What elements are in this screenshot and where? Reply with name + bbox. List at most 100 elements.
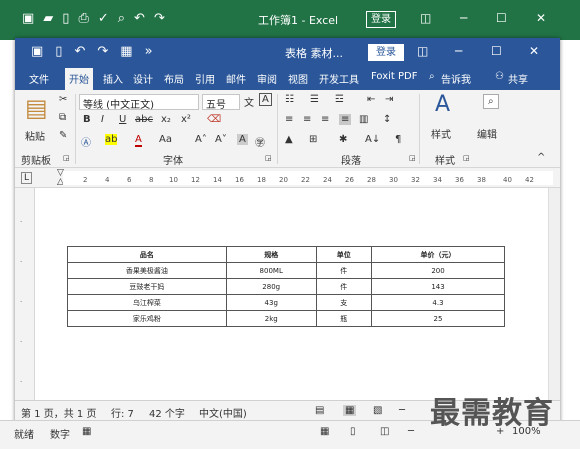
borders-icon[interactable]: ⊞ xyxy=(309,134,317,145)
minimize-icon[interactable]: ─ xyxy=(455,44,462,58)
bullets-icon[interactable]: ☷ xyxy=(285,94,294,105)
font-launcher-icon[interactable]: ◲ xyxy=(265,154,272,162)
more-commands-icon[interactable]: » xyxy=(145,44,153,59)
table-cell[interactable]: 瓶 xyxy=(315,310,373,327)
copy-icon[interactable]: ⧉ xyxy=(59,112,66,123)
new-doc-icon[interactable]: ▯ xyxy=(55,44,62,59)
header-unit-price[interactable]: 单价（元） xyxy=(371,246,505,263)
normal-view-icon[interactable]: ▦ xyxy=(320,426,329,437)
find-icon[interactable]: ⌕ xyxy=(483,94,499,109)
tell-me-search-icon[interactable]: ⌕ xyxy=(429,71,435,82)
web-layout-icon[interactable]: ▧ xyxy=(373,405,382,416)
editing-button[interactable]: 编辑 xyxy=(477,126,497,141)
phonetic-guide-icon[interactable]: 文 xyxy=(244,94,254,109)
numbering-icon[interactable]: ☰ xyxy=(310,94,319,105)
zoom-out-icon[interactable]: ─ xyxy=(408,426,414,437)
tab-references[interactable]: 引用 xyxy=(195,71,215,86)
table-cell[interactable]: 家乐鸡粉 xyxy=(67,310,227,327)
table-cell[interactable]: 25 xyxy=(371,310,505,327)
styles-button[interactable]: 样式 xyxy=(431,126,451,141)
table-cell[interactable]: 143 xyxy=(371,278,505,295)
table-cell[interactable]: 支 xyxy=(315,294,373,311)
table-cell[interactable]: 香果美极酱油 xyxy=(67,262,227,279)
header-unit[interactable]: 单位 xyxy=(315,246,373,263)
word-count[interactable]: 42 个字 xyxy=(149,405,185,420)
table-cell[interactable]: 件 xyxy=(315,278,373,295)
shading-icon[interactable]: ▲ xyxy=(285,134,293,145)
underline-icon[interactable]: U xyxy=(119,114,126,125)
align-right-icon[interactable]: ≡ xyxy=(321,114,329,125)
table-cell[interactable]: 280g xyxy=(225,278,317,295)
collapse-ribbon-icon[interactable]: ^ xyxy=(537,152,545,163)
vertical-scrollbar[interactable] xyxy=(548,188,560,400)
macro-recording-icon[interactable]: ▦ xyxy=(82,426,91,437)
tab-layout[interactable]: 布局 xyxy=(164,71,184,86)
product-table[interactable]: 品名 规格 单位 单价（元） 香果美极酱油 800ML 件 200 豆豉老干妈 … xyxy=(67,246,505,327)
styles-gallery-icon[interactable]: A xyxy=(435,92,450,117)
shrink-font-icon[interactable]: A˅ xyxy=(215,134,227,145)
superscript-icon[interactable]: x² xyxy=(181,114,191,125)
cut-icon[interactable]: ✂ xyxy=(59,94,67,105)
align-left-icon[interactable]: ≡ xyxy=(285,114,293,125)
tab-tell-me[interactable]: 告诉我 xyxy=(441,71,471,86)
undo-icon[interactable]: ↶ xyxy=(74,44,85,59)
new-icon[interactable]: ▯ xyxy=(62,11,69,26)
tab-foxit-pdf[interactable]: Foxit PDF xyxy=(371,71,417,82)
increase-indent-icon[interactable]: ⇥ xyxy=(385,94,393,105)
tab-share[interactable]: 共享 xyxy=(508,71,528,86)
language-indicator[interactable]: 中文(中国) xyxy=(199,405,247,420)
open-icon[interactable]: ▰ xyxy=(43,11,53,26)
text-effects-icon[interactable]: Ⓐ xyxy=(81,134,91,149)
close-icon[interactable]: ✕ xyxy=(529,44,539,58)
close-icon[interactable]: ✕ xyxy=(536,11,546,25)
strikethrough-icon[interactable]: abc xyxy=(135,114,153,125)
paste-button[interactable]: 粘贴 xyxy=(25,128,45,143)
tab-view[interactable]: 视图 xyxy=(288,71,308,86)
sort-icon[interactable]: A↓ xyxy=(365,134,380,145)
decrease-indent-icon[interactable]: ⇤ xyxy=(367,94,375,105)
read-mode-icon[interactable]: ▤ xyxy=(315,405,324,416)
tab-file[interactable]: 文件 xyxy=(29,71,49,86)
clear-formatting-icon[interactable]: ⌫ xyxy=(207,114,221,125)
tab-developer[interactable]: 开发工具 xyxy=(319,71,359,86)
document-page[interactable]: 品名 规格 单位 单价（元） 香果美极酱油 800ML 件 200 豆豉老干妈 … xyxy=(37,188,547,400)
save-icon[interactable]: ▣ xyxy=(22,11,34,26)
font-name-combo[interactable]: 等线 (中文正文) xyxy=(79,94,199,111)
styles-launcher-icon[interactable]: ◲ xyxy=(463,154,470,162)
save-icon[interactable]: ▣ xyxy=(31,44,43,59)
character-border-icon[interactable]: A xyxy=(259,93,272,106)
print-preview-icon[interactable]: ⌕ xyxy=(118,11,125,26)
word-login-button[interactable]: 登录 xyxy=(368,44,404,61)
highlight-icon[interactable]: ab xyxy=(105,134,118,145)
italic-icon[interactable]: I xyxy=(101,114,104,125)
spelling-icon[interactable]: ✓ xyxy=(98,11,109,26)
maximize-icon[interactable]: ☐ xyxy=(496,11,507,25)
share-icon[interactable]: ⚇ xyxy=(495,71,504,82)
show-marks-icon[interactable]: ¶ xyxy=(395,134,401,145)
table-cell[interactable]: 2kg xyxy=(225,310,317,327)
paragraph-launcher-icon[interactable]: ◲ xyxy=(409,154,416,162)
table-cell[interactable]: 乌江榨菜 xyxy=(67,294,227,311)
grow-font-icon[interactable]: A˄ xyxy=(195,134,207,145)
character-shading-icon[interactable]: A xyxy=(237,134,248,145)
table-icon[interactable]: ▦ xyxy=(120,44,132,59)
chinese-layout-icon[interactable]: ✱ xyxy=(339,134,347,145)
paste-icon[interactable]: ▤ xyxy=(25,94,48,122)
print-layout-icon[interactable]: ▦ xyxy=(343,405,357,416)
distributed-icon[interactable]: ▥ xyxy=(359,114,368,125)
multilevel-list-icon[interactable]: ☲ xyxy=(335,94,344,105)
line-spacing-icon[interactable]: ↕ xyxy=(383,114,391,125)
undo-icon[interactable]: ↶ xyxy=(134,11,145,26)
minimize-icon[interactable]: ─ xyxy=(460,11,467,25)
header-product-name[interactable]: 品名 xyxy=(67,246,227,263)
page-break-view-icon[interactable]: ◫ xyxy=(380,426,389,437)
tab-design[interactable]: 设计 xyxy=(133,71,153,86)
table-cell[interactable]: 件 xyxy=(315,262,373,279)
page-count[interactable]: 第 1 页，共 1 页 xyxy=(21,405,96,420)
font-size-combo[interactable]: 五号 xyxy=(202,94,240,111)
font-color-icon[interactable]: A xyxy=(135,134,142,147)
tab-selector[interactable]: L xyxy=(21,172,33,184)
tab-home[interactable]: 开始 xyxy=(65,68,93,90)
redo-icon[interactable]: ↷ xyxy=(97,44,108,59)
table-cell[interactable]: 200 xyxy=(371,262,505,279)
